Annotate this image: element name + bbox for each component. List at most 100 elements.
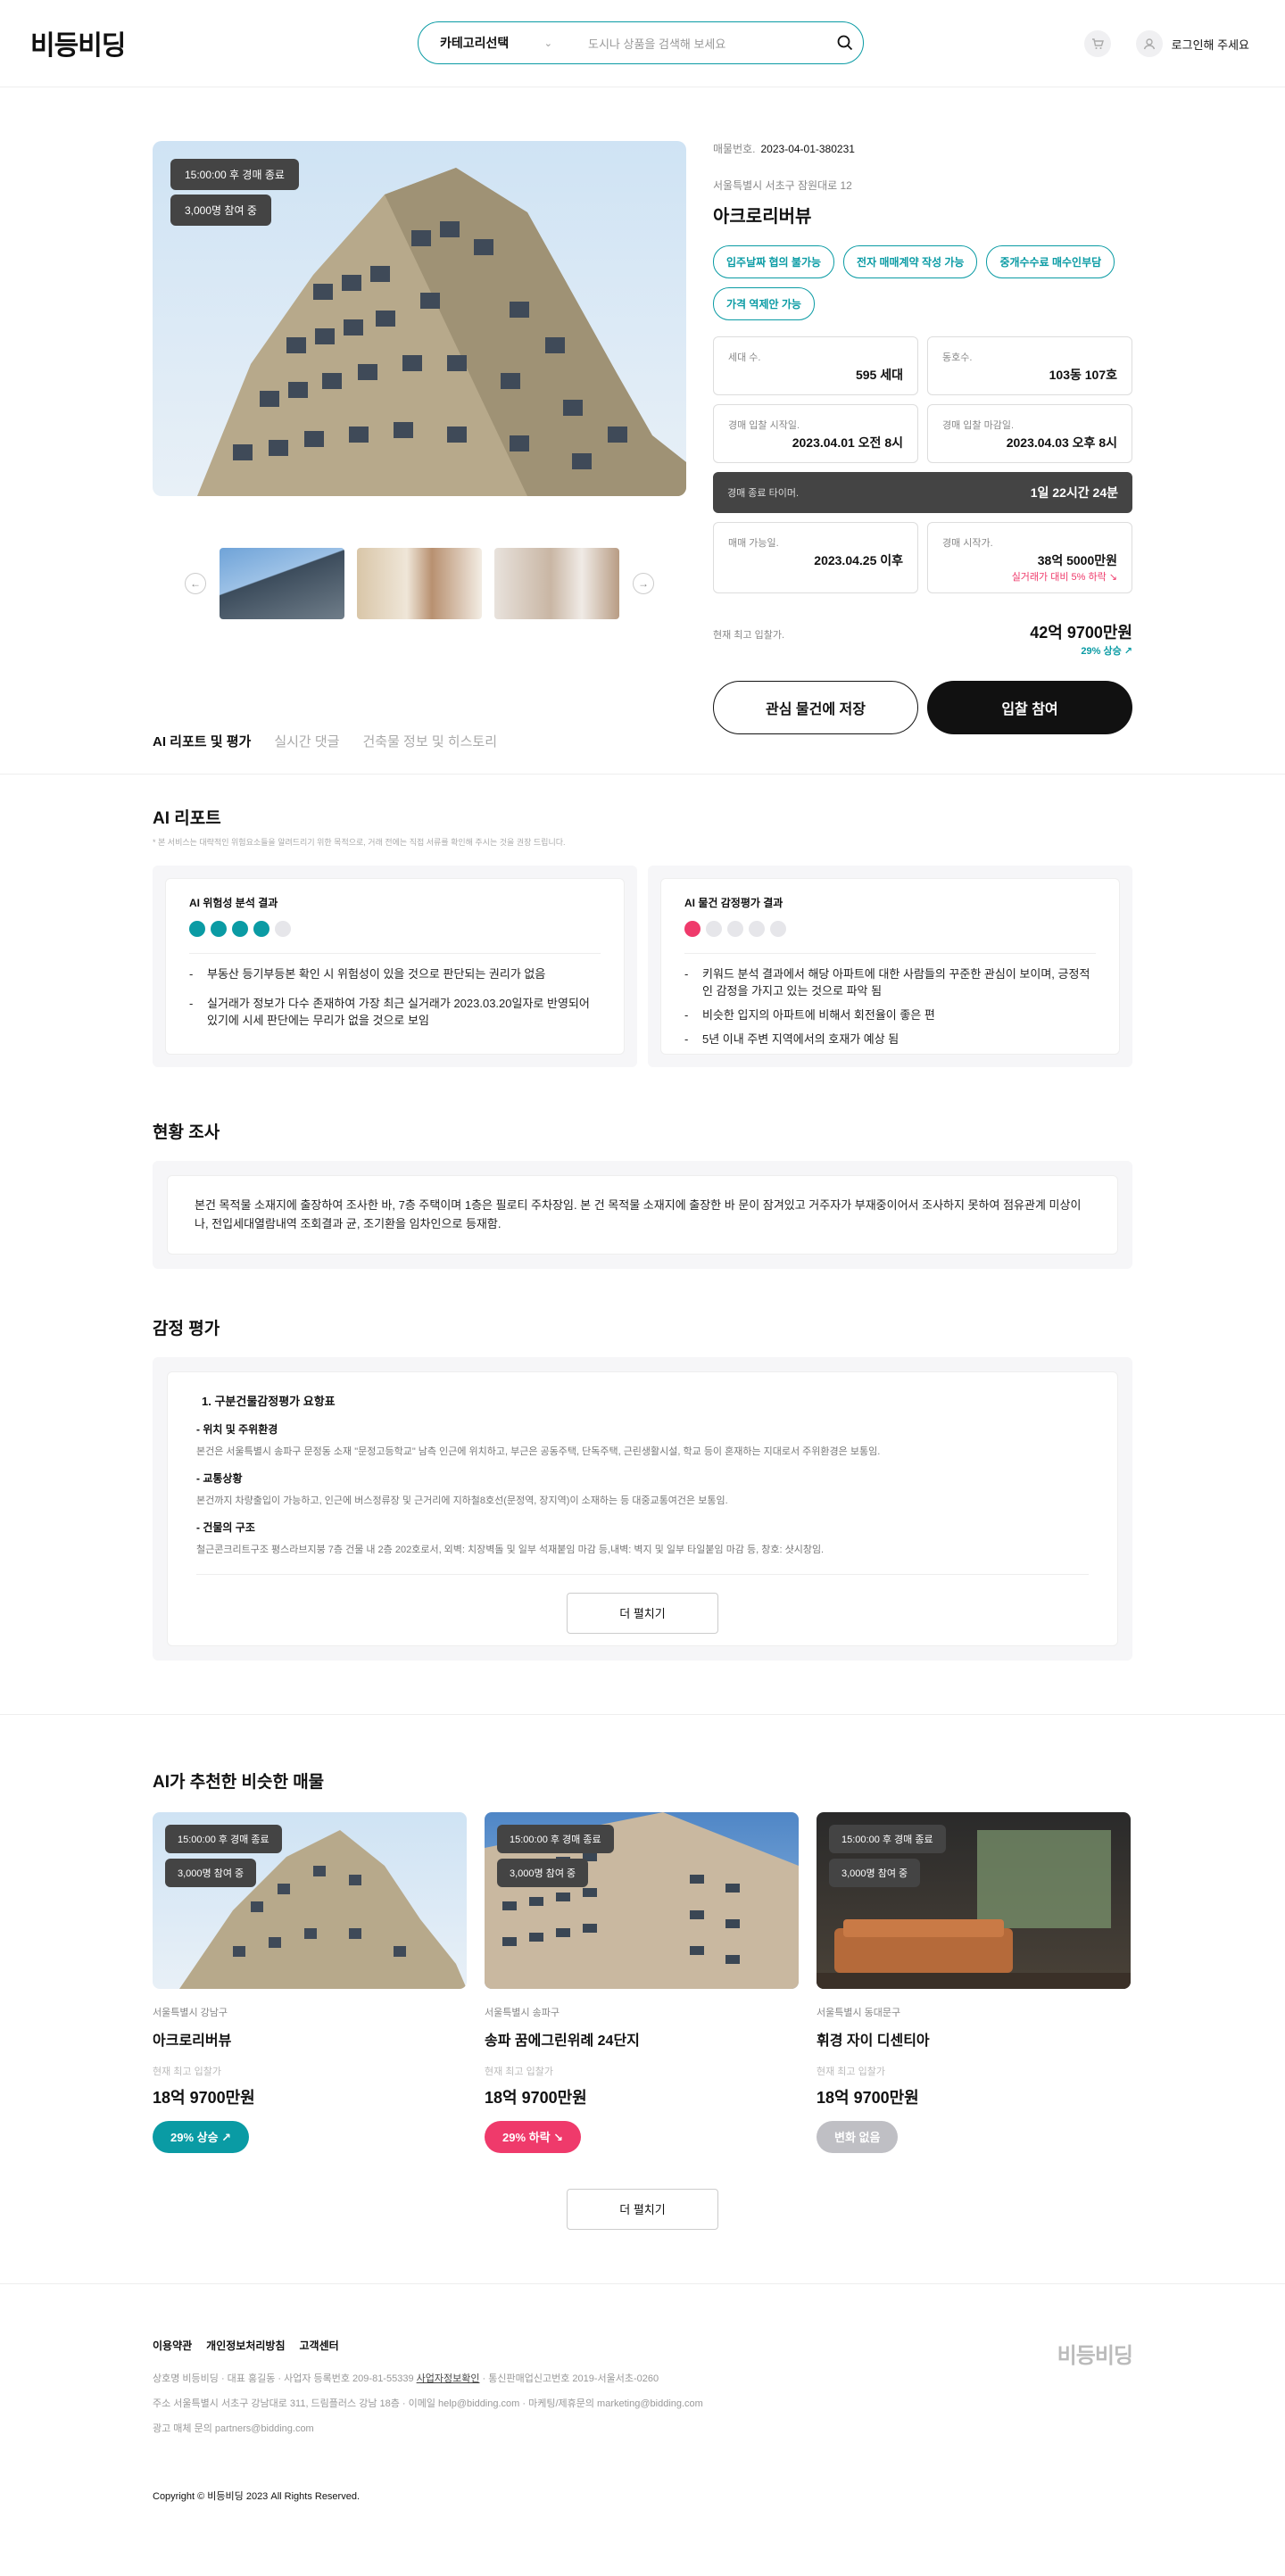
feature-tags: 입주날짜 협의 불가능 전자 매매계약 작성 가능 중개수수료 매수인부담 가격… bbox=[713, 245, 1132, 320]
sentiment-card: AI 물건 감정평가 결과 키워드 분석 결과에서 해당 아파트에 대한 사람들… bbox=[648, 866, 1132, 1067]
login-label: 로그인해 주세요 bbox=[1171, 37, 1249, 52]
recommend-section: AI가 추천한 비슷한 매물 15:00:00 후 경매 종료 3,000명 참… bbox=[0, 1713, 1285, 2230]
recommend-name: 아크로리버뷰 bbox=[153, 2033, 232, 2049]
disclaimer: * 본 서비스는 대략적인 위험요소들을 알려드리기 위한 목적으로, 거래 전… bbox=[153, 838, 566, 847]
tab-building-info[interactable]: 건축물 정보 및 히스토리 bbox=[362, 732, 497, 750]
price-change-badge: 29% 상승 ↗ bbox=[153, 2120, 250, 2153]
bid-start-cell: 경매 입찰 시작일. 2023.04.01 오전 8시 bbox=[713, 404, 918, 463]
login-button[interactable]: 로그인해 주세요 bbox=[1135, 30, 1249, 57]
recommend-price-label: 현재 최고 입찰가 bbox=[817, 2066, 885, 2077]
privacy-link[interactable]: 개인정보처리방침 bbox=[206, 2338, 285, 2353]
chevron-down-icon: ⌄ bbox=[543, 37, 552, 49]
expand-recommend-button[interactable]: 더 펼치기 bbox=[567, 2188, 718, 2230]
appraisal-text: 본건은 서울특별시 송파구 문정동 소재 "문정고등학교" 남측 인근에 위치하… bbox=[196, 1445, 881, 1457]
recommend-image[interactable]: 15:00:00 후 경매 종료 3,000명 참여 중 bbox=[153, 1811, 467, 1989]
main-property-image[interactable]: 15:00:00 후 경매 종료 3,000명 참여 중 bbox=[153, 141, 686, 496]
detail-tabs: AI 리포트 및 평가 실시간 댓글 건축물 정보 및 히스토리 bbox=[0, 712, 1285, 774]
listing-hero: 15:00:00 후 경매 종료 3,000명 참여 중 ← → 매물번호. 20… bbox=[153, 87, 1132, 734]
thumbnail-2[interactable] bbox=[357, 548, 482, 619]
appraisal-section: 감정 평가 1. 구분건물감정평가 요항표 - 위치 및 주위환경 본건은 서울… bbox=[153, 1315, 1132, 1661]
address: 서울특별시 서초구 잠원대로 12 bbox=[713, 179, 852, 192]
search-bar: 카테고리선택 ⌄ 도시나 상품을 검색해 보세요 bbox=[418, 21, 864, 64]
category-label: 카테고리선택 bbox=[440, 36, 510, 50]
risk-item: 부동산 등기부등본 확인 시 위험성이 있을 것으로 판단되는 권리가 없음 bbox=[189, 966, 601, 983]
support-link[interactable]: 고객센터 bbox=[300, 2338, 339, 2353]
ad-contact: 광고 매체 문의 partners@bidding.com bbox=[153, 2423, 314, 2434]
survey-text: 본건 목적물 소재지에 출장하여 조사한 바, 7층 주택이며 1층은 필로티 … bbox=[167, 1175, 1118, 1255]
feature-tag: 중개수수료 매수인부담 bbox=[986, 245, 1115, 278]
level-dot bbox=[253, 921, 269, 937]
recommend-price-label: 현재 최고 입찰가 bbox=[485, 2066, 553, 2077]
sentiment-level-dots bbox=[684, 921, 1096, 954]
registration-number: 매물번호. 2023-04-01-380231 bbox=[713, 143, 855, 155]
cart-icon[interactable] bbox=[1083, 30, 1111, 57]
thumbnail-strip: ← → bbox=[153, 548, 686, 623]
next-arrow-icon[interactable]: → bbox=[633, 573, 654, 594]
risk-card: AI 위험성 분석 결과 부동산 등기부등본 확인 시 위험성이 있을 것으로 … bbox=[153, 866, 637, 1067]
header: 비등비딩 카테고리선택 ⌄ 도시나 상품을 검색해 보세요 로그인해 주세요 bbox=[0, 0, 1285, 87]
level-dot bbox=[749, 921, 765, 937]
recommend-image[interactable]: 15:00:00 후 경매 종료 3,000명 참여 중 bbox=[485, 1811, 799, 1989]
listing-info: 매물번호. 2023-04-01-380231 서울특별시 서초구 잠원대로 12… bbox=[713, 141, 1132, 734]
section-title: AI 리포트 bbox=[153, 809, 221, 828]
recommend-location: 서울특별시 송파구 bbox=[485, 2007, 560, 2018]
recommend-name: 송파 꿈에그린위례 24단지 bbox=[485, 2033, 640, 2049]
feature-tag: 전자 매매계약 작성 가능 bbox=[843, 245, 978, 278]
sentiment-title: AI 물건 감정평가 결과 bbox=[684, 897, 783, 909]
company-info: 상호명 비등비딩 · 대표 홍길동 · 사업자 등록번호 209-81-5533… bbox=[153, 2373, 659, 2384]
level-dot bbox=[232, 921, 248, 937]
appraisal-subheading: - 위치 및 주위환경 bbox=[196, 1422, 278, 1436]
risk-item: 실거래가 정보가 다수 존재하여 가장 최근 실거래가 2023.03.20일자… bbox=[189, 996, 601, 1030]
participants-badge: 3,000명 참여 중 bbox=[165, 1858, 257, 1887]
highest-bid: 현재 최고 입찰가. 42억 9700만원 29% 상승 ↗ bbox=[713, 624, 1132, 657]
start-price-cell: 경매 시작가. 38억 5000만원 실거래가 대비 5% 하락 ↘ bbox=[927, 522, 1132, 593]
sentiment-item: 비슷한 입지의 아파트에 비해서 회전율이 좋은 편 bbox=[684, 1007, 1096, 1024]
level-dot bbox=[727, 921, 743, 937]
tab-comments[interactable]: 실시간 댓글 bbox=[274, 732, 339, 750]
unit-cell: 동호수. 103동 107호 bbox=[927, 336, 1132, 395]
level-dot bbox=[770, 921, 786, 937]
recommend-card[interactable]: 15:00:00 후 경매 종료 3,000명 참여 중 서울특별시 송파구 송… bbox=[485, 1811, 799, 2153]
section-title: 감정 평가 bbox=[153, 1319, 220, 1338]
recommend-price: 18억 9700만원 bbox=[153, 2088, 255, 2107]
recommend-price-label: 현재 최고 입찰가 bbox=[153, 2066, 221, 2077]
risk-title: AI 위험성 분석 결과 bbox=[189, 897, 278, 909]
level-dot bbox=[189, 921, 205, 937]
company-address: 주소 서울특별시 서초구 강남대로 311, 드림플러스 강남 18층 · 이메… bbox=[153, 2398, 703, 2409]
thumbnail-3[interactable] bbox=[494, 548, 619, 619]
search-input[interactable]: 도시나 상품을 검색해 보세요 bbox=[561, 35, 827, 52]
sentiment-item: 5년 이내 주변 지역에서의 호재가 예상 됨 bbox=[684, 1031, 1096, 1048]
participants-badge: 3,000명 참여 중 bbox=[829, 1858, 921, 1887]
recommend-image[interactable]: 15:00:00 후 경매 종료 3,000명 참여 중 bbox=[817, 1811, 1131, 1989]
recommend-card[interactable]: 15:00:00 후 경매 종료 3,000명 참여 중 서울특별시 동대문구 … bbox=[817, 1811, 1131, 2153]
expand-appraisal-button[interactable]: 더 펼치기 bbox=[567, 1592, 718, 1634]
auction-timer: 경매 종료 타이머. 1일 22시간 24분 bbox=[713, 472, 1132, 513]
prev-arrow-icon[interactable]: ← bbox=[185, 573, 206, 594]
category-select[interactable]: 카테고리선택 ⌄ bbox=[419, 34, 561, 52]
appraisal-subheading: - 건물의 구조 bbox=[196, 1520, 255, 1534]
ai-report-section: AI 리포트 * 본 서비스는 대략적인 위험요소들을 알려드리기 위한 목적으… bbox=[153, 805, 1132, 1067]
logo[interactable]: 비등비딩 bbox=[30, 23, 126, 62]
sale-date-cell: 매매 가능일. 2023.04.25 이후 bbox=[713, 522, 918, 593]
level-dot bbox=[211, 921, 227, 937]
thumbnail-1[interactable] bbox=[220, 548, 344, 619]
price-change-badge: 변화 없음 bbox=[817, 2120, 899, 2153]
terms-link[interactable]: 이용약관 bbox=[153, 2338, 192, 2353]
feature-tag: 입주날짜 협의 불가능 bbox=[713, 245, 835, 278]
level-dot bbox=[706, 921, 722, 937]
recommend-card[interactable]: 15:00:00 후 경매 종료 3,000명 참여 중 서울특별시 강남구 아… bbox=[153, 1811, 467, 2153]
auction-end-badge: 15:00:00 후 경매 종료 bbox=[497, 1824, 614, 1853]
appraisal-subheading: - 교통상황 bbox=[196, 1471, 243, 1485]
search-icon[interactable] bbox=[827, 35, 863, 51]
appraisal-text: 본건까지 차량출입이 가능하고, 인근에 버스정류장 및 근거리에 지하철8호선… bbox=[196, 1495, 728, 1506]
footer: 이용약관 개인정보처리방침 고객센터 상호명 비등비딩 · 대표 홍길동 · 사… bbox=[0, 2282, 1285, 2551]
auction-end-badge: 15:00:00 후 경매 종료 bbox=[165, 1824, 282, 1853]
appraisal-heading: 1. 구분건물감정평가 요항표 bbox=[202, 1394, 336, 1408]
tab-ai-report[interactable]: AI 리포트 및 평가 bbox=[153, 732, 251, 750]
feature-tag: 가격 역제안 가능 bbox=[713, 287, 815, 320]
level-dot bbox=[684, 921, 701, 937]
copyright: Copyright © 비등비딩 2023 All Rights Reserve… bbox=[153, 2490, 361, 2502]
business-info-link[interactable]: 사업자정보확인 bbox=[417, 2373, 480, 2384]
bid-end-cell: 경매 입찰 마감일. 2023.04.03 오후 8시 bbox=[927, 404, 1132, 463]
level-dot bbox=[275, 921, 291, 937]
